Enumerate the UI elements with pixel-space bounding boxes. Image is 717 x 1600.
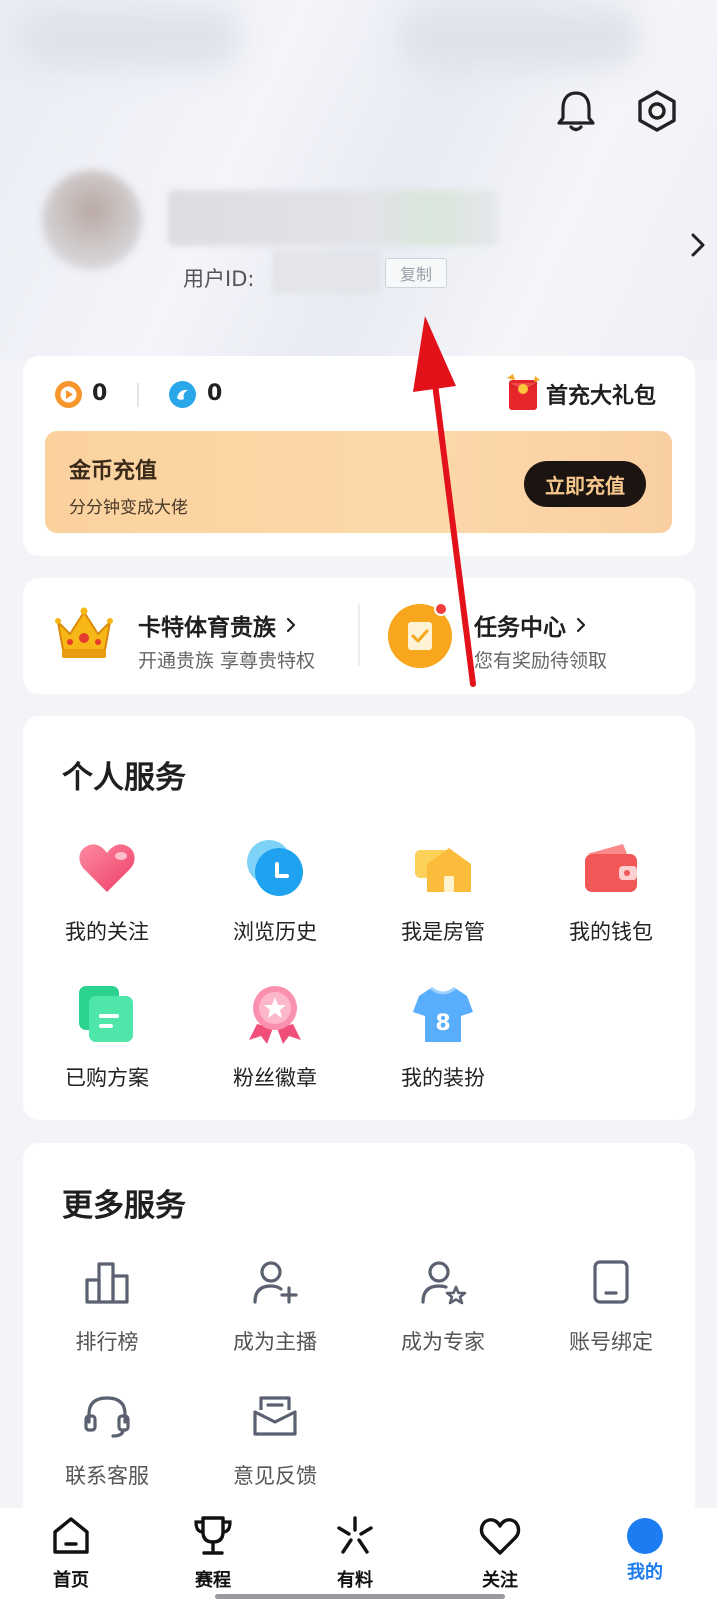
wallet-divider	[137, 383, 139, 407]
trophy-icon	[194, 1516, 232, 1555]
service-browse-history[interactable]: 浏览历史	[200, 836, 350, 946]
heart-outline-icon	[479, 1518, 521, 1555]
task-center-entry[interactable]: 任务中心	[474, 608, 586, 642]
first-recharge-gift-link[interactable]: 首充大礼包	[546, 378, 656, 410]
jersey-icon: 8	[411, 982, 475, 1046]
service-label: 成为专家	[401, 1330, 485, 1354]
headset-icon	[83, 1392, 131, 1440]
add-user-icon	[251, 1258, 299, 1306]
task-chevron-icon	[576, 617, 586, 633]
document-icon	[75, 982, 139, 1046]
service-label: 粉丝徽章	[233, 1066, 317, 1090]
service-become-anchor[interactable]: 成为主播	[200, 1258, 350, 1356]
service-my-follows[interactable]: 我的关注	[32, 836, 182, 946]
tab-label: 关注	[482, 1570, 518, 1591]
coin-recharge-banner[interactable]: 金币充值 分分钟变成大佬 立即充值	[45, 431, 672, 533]
status-bar-blur-right	[400, 8, 640, 68]
badge-icon	[243, 982, 307, 1046]
recharge-title: 金币充值	[69, 459, 158, 484]
service-label: 已购方案	[65, 1066, 149, 1090]
user-id-value-blurred	[272, 250, 380, 294]
home-indicator	[215, 1594, 505, 1599]
tab-label: 赛程	[195, 1570, 231, 1591]
heart-icon	[75, 836, 139, 900]
service-my-outfit[interactable]: 8 我的装扮	[368, 982, 518, 1092]
task-title: 任务中心	[474, 615, 566, 641]
wallet-icon	[579, 836, 643, 900]
personal-services-title: 个人服务	[62, 760, 186, 796]
crown-icon	[52, 604, 116, 662]
house-icon	[411, 836, 475, 900]
tab-follow[interactable]: 关注	[455, 1514, 545, 1592]
vip-title: 卡特体育贵族	[138, 615, 276, 641]
service-label: 我的钱包	[569, 920, 653, 944]
service-become-expert[interactable]: 成为专家	[368, 1258, 518, 1356]
diamond-balance: 0	[207, 381, 223, 406]
service-fan-badge[interactable]: 粉丝徽章	[200, 982, 350, 1092]
tablet-icon	[587, 1258, 635, 1306]
service-purchased-plans[interactable]: 已购方案	[32, 982, 182, 1092]
vip-subtitle: 开通贵族 享尊贵特权	[138, 650, 316, 672]
tab-home[interactable]: 首页	[26, 1514, 116, 1592]
home-icon	[53, 1517, 89, 1554]
clock-icon	[243, 836, 307, 900]
user-id-label: 用户ID:	[183, 267, 255, 291]
profile-icon	[627, 1518, 663, 1554]
service-room-admin[interactable]: 我是房管	[368, 836, 518, 946]
bar-chart-icon	[83, 1258, 131, 1306]
service-my-wallet[interactable]: 我的钱包	[536, 836, 686, 946]
promo-divider	[358, 604, 360, 666]
service-contact-support[interactable]: 联系客服	[32, 1392, 182, 1490]
task-center-icon[interactable]	[388, 602, 452, 668]
service-label: 成为主播	[233, 1330, 317, 1354]
tab-label: 我的	[627, 1562, 663, 1583]
service-label: 我是房管	[401, 920, 485, 944]
coin-icon	[55, 381, 82, 408]
task-notification-dot	[434, 602, 448, 616]
service-label: 我的装扮	[401, 1066, 485, 1090]
tab-insights[interactable]: 有料	[310, 1514, 400, 1592]
diamond-icon	[169, 381, 196, 408]
service-label: 意见反馈	[233, 1464, 317, 1488]
service-label: 联系客服	[65, 1464, 149, 1488]
more-services-title: 更多服务	[62, 1188, 186, 1224]
service-leaderboard[interactable]: 排行榜	[32, 1258, 182, 1356]
tab-label: 有料	[337, 1570, 373, 1591]
avatar[interactable]	[42, 170, 142, 270]
mail-icon	[251, 1392, 299, 1440]
service-label: 浏览历史	[233, 920, 317, 944]
tab-schedule[interactable]: 赛程	[168, 1514, 258, 1592]
profile-chevron-right-icon[interactable]	[684, 228, 712, 262]
bottom-tab-bar: 首页 赛程 有料 关注 我的	[0, 1508, 717, 1600]
service-account-binding[interactable]: 账号绑定	[536, 1258, 686, 1356]
username-blurred	[168, 190, 498, 246]
user-star-icon	[419, 1258, 467, 1306]
recharge-now-button[interactable]: 立即充值	[524, 461, 646, 507]
settings-icon[interactable]	[632, 88, 682, 134]
bell-icon[interactable]	[553, 88, 599, 134]
coin-balance: 0	[92, 381, 108, 406]
task-subtitle: 您有奖励待领取	[474, 650, 608, 672]
vip-chevron-icon	[286, 617, 296, 633]
recharge-subtitle: 分分钟变成大佬	[69, 498, 188, 518]
svg-text:8: 8	[435, 1011, 450, 1036]
tab-label: 首页	[53, 1570, 89, 1591]
service-label: 我的关注	[65, 920, 149, 944]
status-bar-blur-left	[20, 8, 240, 68]
tab-mine[interactable]: 我的	[600, 1514, 690, 1584]
service-label: 排行榜	[75, 1330, 139, 1354]
service-feedback[interactable]: 意见反馈	[200, 1392, 350, 1490]
vip-entry[interactable]: 卡特体育贵族	[138, 608, 296, 642]
red-envelope-icon[interactable]	[505, 374, 541, 412]
copy-id-button[interactable]: 复制	[385, 258, 447, 288]
sparkle-icon	[337, 1516, 373, 1554]
service-label: 账号绑定	[569, 1330, 653, 1354]
